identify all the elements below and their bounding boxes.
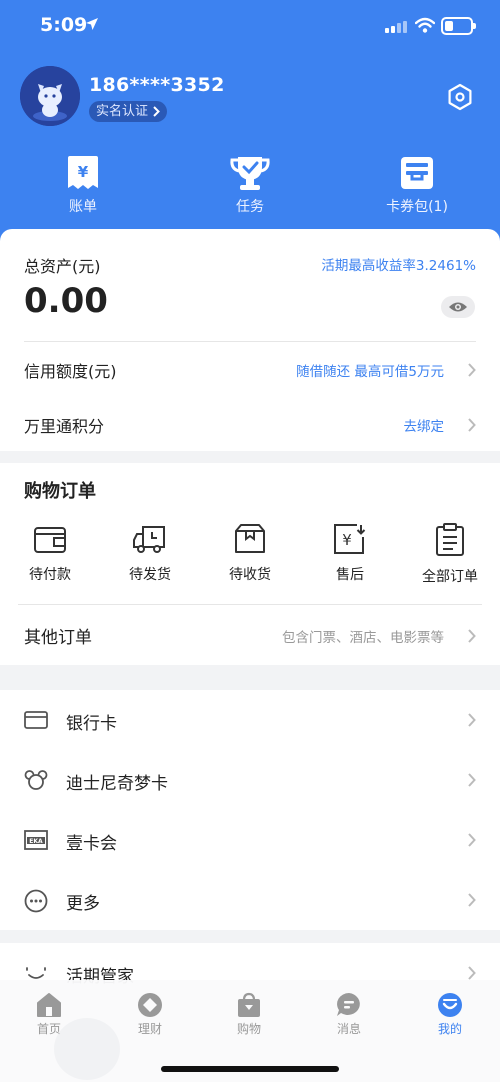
profile-header: 5:09 186****3352 实名认证 ¥ 账单 任务 卡券包(1) <box>0 0 500 250</box>
quick-action-bill[interactable]: ¥ 账单 <box>18 155 148 216</box>
wifi-icon <box>415 17 435 33</box>
svg-text:¥: ¥ <box>78 163 89 181</box>
orders-title: 购物订单 <box>24 481 96 502</box>
bill-icon: ¥ <box>68 156 98 189</box>
assets-card: 总资产(元) 活期最高收益率3.2461% 0.00 信用额度(元) 随借随还 … <box>0 229 500 451</box>
tab-label: 消息 <box>336 1022 361 1036</box>
menu-eka[interactable]: EKA 壹卡会 <box>0 810 500 870</box>
menu-disney-card[interactable]: 迪士尼奇梦卡 <box>0 750 500 810</box>
other-orders-label: 其他订单 <box>24 628 92 648</box>
user-phone: 186****3352 <box>89 74 225 96</box>
tab-profile[interactable]: 我的 <box>410 992 490 1037</box>
quick-action-label: 账单 <box>69 199 97 215</box>
chevron-right-icon <box>153 106 160 117</box>
chevron-right-icon <box>468 893 476 907</box>
chevron-right-icon <box>468 833 476 847</box>
more-icon <box>24 889 48 913</box>
menu-more[interactable]: 更多 <box>0 870 500 930</box>
wallet-icon <box>34 527 66 553</box>
quick-action-coupon[interactable]: 卡券包(1) <box>352 155 482 216</box>
other-orders-hint: 包含门票、酒店、电影票等 <box>282 630 444 646</box>
chevron-right-icon <box>468 773 476 787</box>
coupon-wallet-icon <box>401 157 433 189</box>
tab-messages[interactable]: 消息 <box>309 992 389 1037</box>
chevron-right-icon <box>468 418 476 432</box>
order-item-label: 待收货 <box>229 567 271 583</box>
status-bar: 5:09 <box>0 0 500 54</box>
total-assets-label: 总资产(元) <box>24 257 101 276</box>
credit-limit-promo: 随借随还 最高可借5万元 <box>296 364 444 380</box>
location-arrow-icon <box>86 18 98 30</box>
battery-icon <box>441 17 476 35</box>
refund-icon: ¥ <box>334 524 366 554</box>
home-icon <box>37 993 61 1017</box>
signal-icon <box>385 21 407 33</box>
divider <box>18 604 482 605</box>
credit-limit-label: 信用额度(元) <box>24 362 117 381</box>
eye-icon <box>449 302 467 312</box>
chevron-right-icon <box>468 713 476 727</box>
chevron-right-icon <box>468 629 476 643</box>
order-after-sales[interactable]: ¥ 售后 <box>300 523 400 584</box>
message-icon <box>337 993 360 1016</box>
points-label: 万里通积分 <box>24 417 105 436</box>
orders-card: 购物订单 待付款 待发货 待收货 ¥ 售后 全部订单 其他订单 包含门票、酒店、… <box>0 463 500 665</box>
divider <box>24 341 476 342</box>
home-indicator <box>161 1066 339 1072</box>
tab-label: 购物 <box>236 1022 261 1036</box>
mickey-icon <box>24 770 48 790</box>
tab-label: 理财 <box>137 1022 162 1036</box>
avatar[interactable] <box>20 66 80 126</box>
chevron-right-icon <box>468 363 476 377</box>
finance-icon <box>138 993 162 1017</box>
total-assets-amount: 0.00 <box>24 281 108 321</box>
order-item-label: 全部订单 <box>422 569 478 585</box>
tab-finance[interactable]: 理财 <box>110 992 190 1037</box>
clipboard-icon <box>436 523 464 556</box>
menu-label: 银行卡 <box>66 714 117 734</box>
tab-shopping[interactable]: 购物 <box>209 992 289 1037</box>
quick-action-task[interactable]: 任务 <box>185 155 315 216</box>
trophy-icon <box>230 157 270 190</box>
toggle-visibility-button[interactable] <box>441 296 475 318</box>
quick-action-label: 卡券包(1) <box>386 199 448 215</box>
floating-assistive-button[interactable] <box>54 1018 120 1080</box>
menu-card: 银行卡 迪士尼奇梦卡 EKA 壹卡会 更多 <box>0 690 500 930</box>
profile-icon <box>438 993 462 1017</box>
menu-label: 壹卡会 <box>66 834 117 854</box>
order-pending-payment[interactable]: 待付款 <box>0 523 100 584</box>
order-item-label: 售后 <box>336 567 364 583</box>
settings-hexagon-icon[interactable] <box>445 82 475 112</box>
bank-card-icon <box>24 711 48 729</box>
realname-label: 实名认证 <box>96 104 149 119</box>
menu-label: 迪士尼奇梦卡 <box>66 774 168 794</box>
order-pending-receipt[interactable]: 待收货 <box>200 523 300 584</box>
eka-icon: EKA <box>24 830 48 850</box>
cat-avatar-icon <box>20 66 80 126</box>
order-item-label: 待付款 <box>29 567 71 583</box>
package-icon <box>235 524 265 553</box>
order-all[interactable]: 全部订单 <box>400 523 500 586</box>
status-time: 5:09 <box>40 14 88 36</box>
savings-rate-link[interactable]: 活期最高收益率3.2461% <box>321 254 476 274</box>
order-item-label: 待发货 <box>129 567 171 583</box>
eka-icon-text: EKA <box>29 838 43 845</box>
truck-icon <box>133 526 165 553</box>
menu-bank-card[interactable]: 银行卡 <box>0 690 500 750</box>
menu-label: 更多 <box>66 894 100 914</box>
shopping-bag-icon <box>238 992 260 1017</box>
quick-action-label: 任务 <box>236 199 264 215</box>
svg-text:¥: ¥ <box>342 531 352 549</box>
realname-verify-button[interactable]: 实名认证 <box>89 101 168 122</box>
order-pending-shipment[interactable]: 待发货 <box>100 523 200 584</box>
points-bind-link: 去绑定 <box>403 419 445 435</box>
tab-label: 我的 <box>437 1022 462 1036</box>
chevron-right-icon <box>468 966 476 980</box>
